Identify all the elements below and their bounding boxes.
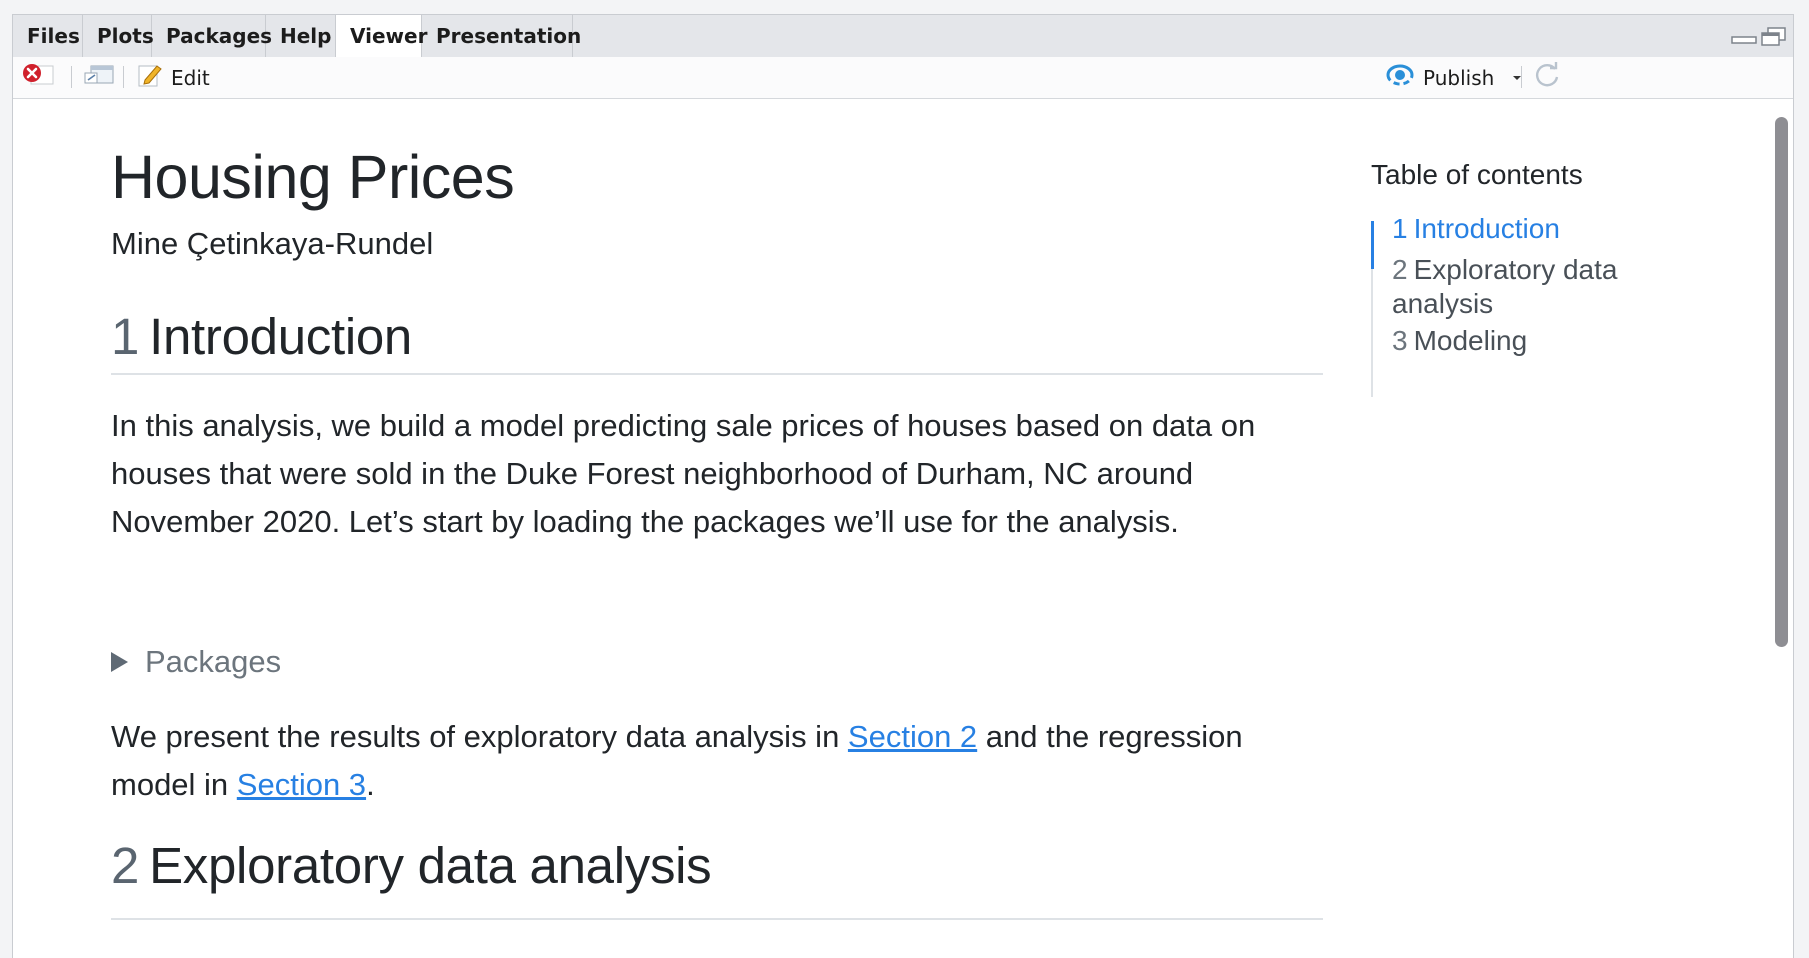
stop-icon [21,62,55,93]
toc-item-number: 3 [1392,325,1408,356]
toc-item-modeling[interactable]: 3 Modeling [1392,324,1692,358]
viewer-toolbar: Edit Publish [13,57,1793,99]
section-heading-eda: 2 Exploratory data analysis [111,836,712,895]
pane-tabstrip: Files Plots Packages Help Viewer Present… [13,15,1793,58]
section-heading-introduction: 1 Introduction [111,307,412,366]
section-divider [111,373,1323,375]
section-title: Exploratory data analysis [149,837,712,894]
show-in-window-button[interactable] [83,57,115,98]
tab-packages[interactable]: Packages [152,15,272,57]
tab-files[interactable]: Files [13,15,83,57]
tab-presentation[interactable]: Presentation [422,15,581,57]
refresh-button[interactable] [1533,57,1561,98]
packages-collapsible[interactable]: Packages [111,644,281,680]
tab-plots[interactable]: Plots [83,15,154,57]
toc-item-number: 1 [1392,213,1408,244]
section-3-link[interactable]: Section 3 [237,767,366,802]
edit-icon [137,62,163,93]
refresh-icon [1533,61,1561,94]
section-title: Introduction [149,308,412,365]
toc-item-exploratory-data-analysis[interactable]: 2 Exploratory data analysis [1392,253,1652,321]
edit-label: Edit [171,65,210,90]
paragraph-text: . [366,767,375,802]
toc-active-indicator [1371,221,1374,269]
document-author: Mine Çetinkaya-Rundel [111,226,434,261]
section-number: 2 [111,837,140,894]
viewer-pane: Files Plots Packages Help Viewer Present… [12,14,1794,958]
toc-item-label: Modeling [1413,325,1528,356]
intro-paragraph: In this analysis, we build a model predi… [111,408,1256,539]
toc-item-introduction[interactable]: 1 Introduction [1392,212,1692,246]
tab-help[interactable]: Help [266,15,336,57]
disclosure-triangle-icon [111,652,128,672]
publish-label: Publish [1423,65,1495,90]
packages-summary: Packages [145,644,282,679]
scrollbar-thumb[interactable] [1775,117,1788,647]
maximize-icon[interactable] [1761,27,1787,46]
rendered-document: Housing Prices Mine Çetinkaya-Rundel 1 In… [13,99,1793,958]
edit-button[interactable]: Edit [137,57,210,98]
toc-item-label: Introduction [1413,213,1560,244]
publish-icon [1385,62,1415,93]
minimize-icon[interactable] [1731,27,1757,45]
section-divider [111,918,1323,920]
toc-item-number: 2 [1392,254,1408,285]
publish-button[interactable]: Publish [1385,57,1522,98]
section-number: 1 [111,308,140,365]
paragraph-text: We present the results of exploratory da… [111,719,848,754]
tab-viewer[interactable]: Viewer [336,15,427,58]
toc-title: Table of contents [1371,159,1583,190]
section-2-link[interactable]: Section 2 [848,719,977,754]
toc-item-label: Exploratory data analysis [1392,254,1618,319]
show-in-window-icon [83,62,115,93]
sections-paragraph: We present the results of exploratory da… [111,713,1331,809]
vertical-scrollbar[interactable] [1769,99,1793,958]
document-title: Housing Prices [111,143,515,211]
stop-button[interactable] [21,57,55,98]
